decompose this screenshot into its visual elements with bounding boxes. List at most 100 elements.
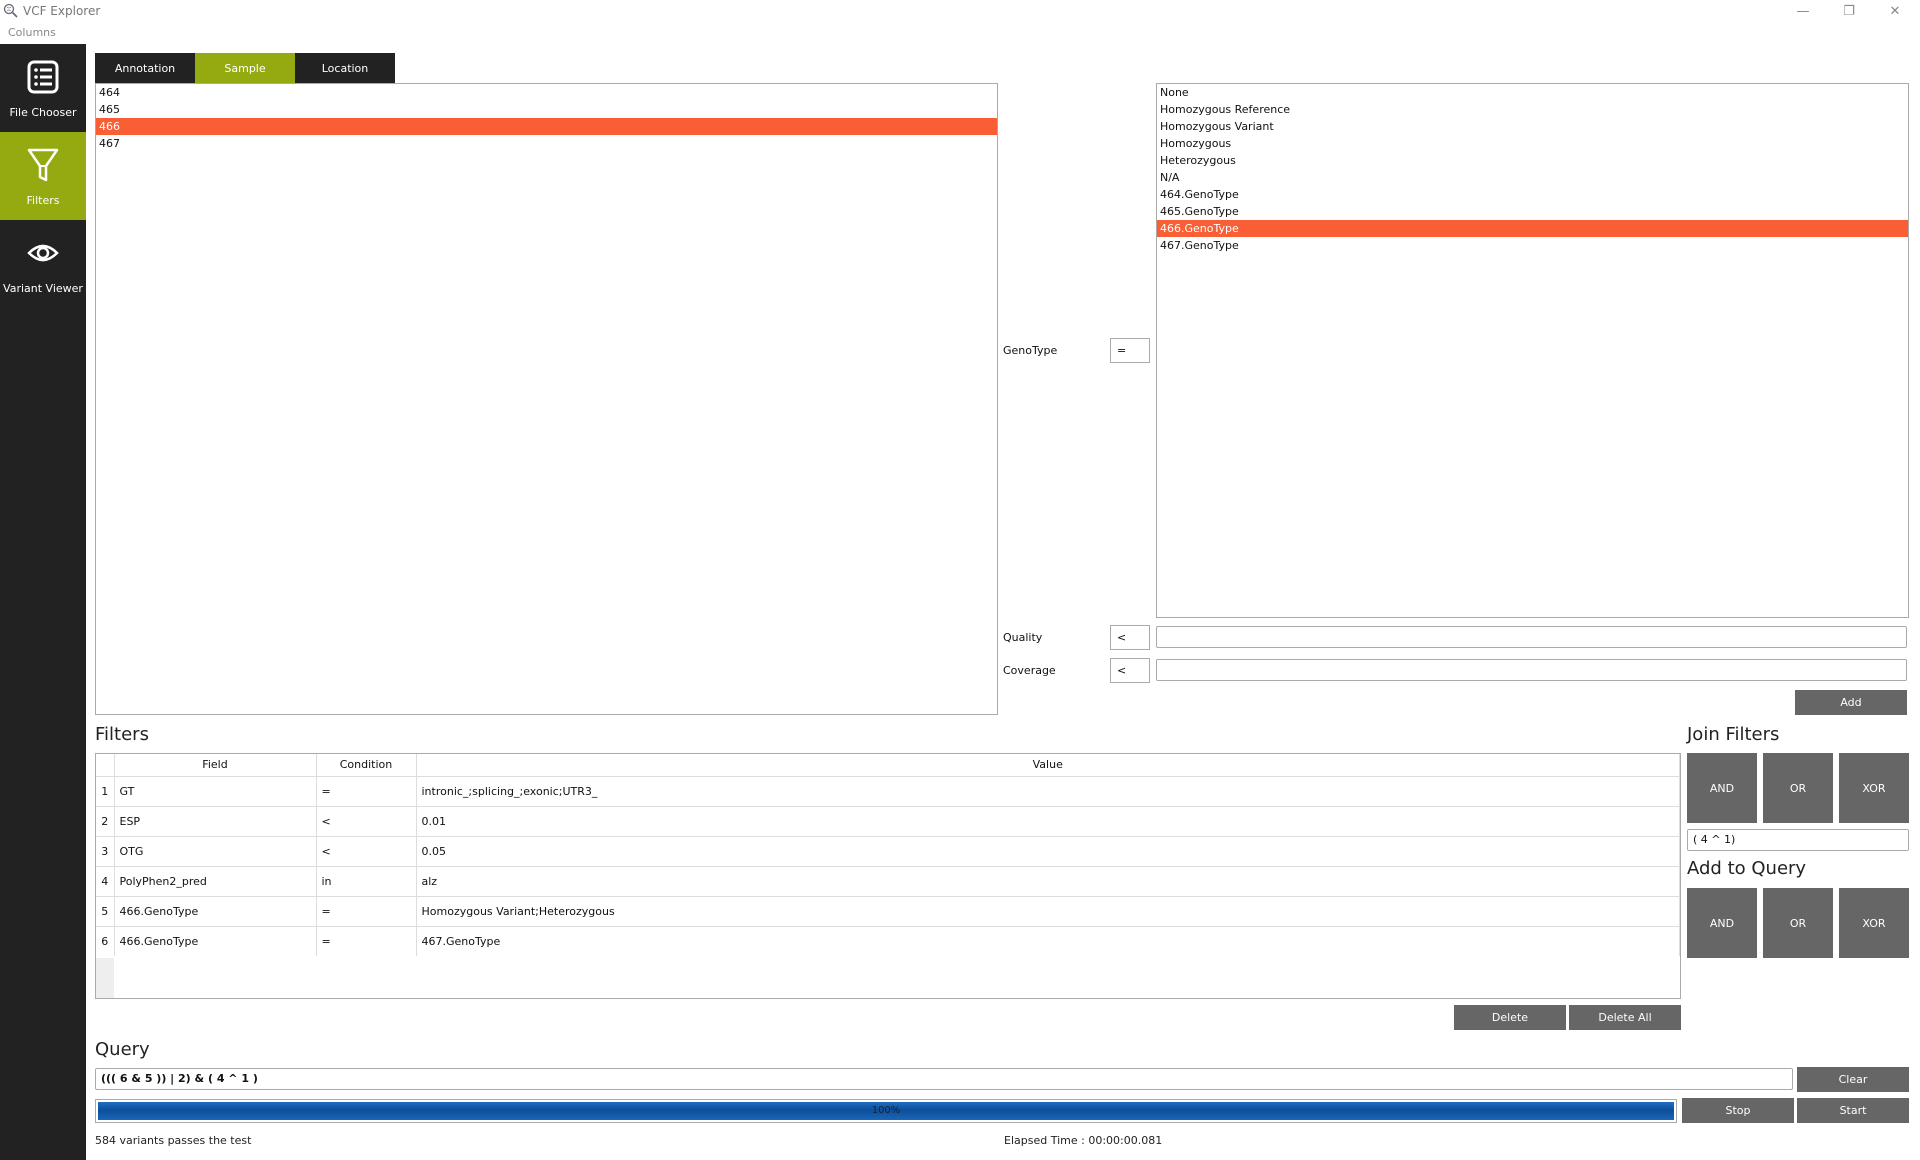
column-header-value[interactable]: Value bbox=[416, 754, 1680, 776]
cell-value[interactable]: 467.GenoType bbox=[416, 925, 1680, 956]
table-row[interactable]: 6 466.GenoType = 467.GenoType bbox=[96, 925, 1680, 956]
join-expression-input[interactable]: ( 4 ^ 1) bbox=[1687, 829, 1909, 851]
genotype-options-list[interactable]: None Homozygous Reference Homozygous Var… bbox=[1156, 83, 1909, 618]
sample-item[interactable]: 465 bbox=[96, 101, 997, 118]
close-icon: ✕ bbox=[1889, 3, 1901, 19]
query-title: Query bbox=[95, 1039, 150, 1060]
elapsed-time: Elapsed Time : 00:00:00.081 bbox=[1004, 1134, 1163, 1147]
sidebar-label-variant-viewer: Variant Viewer bbox=[3, 282, 83, 295]
coverage-operator-field[interactable]: < bbox=[1110, 658, 1150, 683]
genotype-option[interactable]: 464.GenoType bbox=[1157, 186, 1908, 203]
sidebar-label-filters: Filters bbox=[26, 194, 60, 207]
progress-text: 100% bbox=[871, 1105, 901, 1116]
column-header-field[interactable]: Field bbox=[114, 754, 317, 776]
quality-value-input[interactable] bbox=[1156, 626, 1907, 648]
genotype-operator-field[interactable]: = bbox=[1110, 338, 1150, 363]
sidebar-label-file-chooser: File Chooser bbox=[9, 106, 77, 119]
sidebar-item-file-chooser[interactable]: File Chooser bbox=[0, 44, 86, 132]
filters-title: Filters bbox=[95, 724, 149, 745]
cell-field[interactable]: ESP bbox=[114, 805, 317, 836]
sidebar: File Chooser Filters Variant Viewer bbox=[0, 44, 86, 1160]
row-index: 6 bbox=[96, 925, 115, 956]
filters-table: Field Condition Value 1 GT = intronic_;s… bbox=[95, 753, 1681, 999]
query-and-button[interactable]: AND bbox=[1687, 888, 1757, 958]
row-index: 4 bbox=[96, 865, 115, 896]
tab-location[interactable]: Location bbox=[295, 53, 395, 83]
genotype-option[interactable]: Homozygous Reference bbox=[1157, 101, 1908, 118]
table-row[interactable]: 5 466.GenoType = Homozygous Variant;Hete… bbox=[96, 895, 1680, 926]
menu-columns[interactable]: Columns bbox=[8, 26, 56, 39]
join-and-button[interactable]: AND bbox=[1687, 753, 1757, 823]
delete-all-button[interactable]: Delete All bbox=[1569, 1005, 1681, 1030]
query-or-button[interactable]: OR bbox=[1763, 888, 1833, 958]
sidebar-item-variant-viewer[interactable]: Variant Viewer bbox=[0, 220, 86, 308]
app-logo-icon bbox=[3, 3, 18, 18]
cell-field[interactable]: 466.GenoType bbox=[114, 925, 317, 956]
cell-value[interactable]: 0.01 bbox=[416, 805, 1680, 836]
coverage-value-input[interactable] bbox=[1156, 659, 1907, 681]
cell-value[interactable]: alz bbox=[416, 865, 1680, 896]
table-row[interactable]: 4 PolyPhen2_pred in alz bbox=[96, 865, 1680, 896]
title-bar: VCF Explorer — ❐ ✕ bbox=[0, 0, 1920, 22]
table-row[interactable]: 3 OTG < 0.05 bbox=[96, 835, 1680, 866]
row-index-gutter bbox=[96, 958, 114, 998]
add-to-query-title: Add to Query bbox=[1687, 858, 1807, 879]
minimize-icon: — bbox=[1796, 3, 1810, 19]
sample-list[interactable]: 464 465 466 467 bbox=[95, 83, 998, 715]
start-button[interactable]: Start bbox=[1797, 1098, 1909, 1123]
table-row[interactable]: 2 ESP < 0.01 bbox=[96, 805, 1680, 836]
sample-item[interactable]: 464 bbox=[96, 84, 997, 101]
minimize-button[interactable]: — bbox=[1780, 0, 1826, 22]
join-or-button[interactable]: OR bbox=[1763, 753, 1833, 823]
filters-header-row: Field Condition Value bbox=[96, 754, 1680, 776]
genotype-option[interactable]: 465.GenoType bbox=[1157, 203, 1908, 220]
genotype-option[interactable]: Heterozygous bbox=[1157, 152, 1908, 169]
sample-item[interactable]: 467 bbox=[96, 135, 997, 152]
cell-condition[interactable]: < bbox=[316, 835, 417, 866]
tab-annotation[interactable]: Annotation bbox=[95, 53, 195, 83]
delete-button[interactable]: Delete bbox=[1454, 1005, 1566, 1030]
cell-value[interactable]: Homozygous Variant;Heterozygous bbox=[416, 895, 1680, 926]
quality-operator-field[interactable]: < bbox=[1110, 625, 1150, 650]
cell-condition[interactable]: in bbox=[316, 865, 417, 896]
sample-item-selected[interactable]: 466 bbox=[96, 118, 997, 135]
sidebar-item-filters[interactable]: Filters bbox=[0, 132, 86, 220]
add-filter-button[interactable]: Add bbox=[1795, 690, 1907, 715]
cell-condition[interactable]: = bbox=[316, 775, 417, 806]
table-row[interactable]: 1 GT = intronic_;splicing_;exonic;UTR3_ bbox=[96, 775, 1680, 806]
query-xor-button[interactable]: XOR bbox=[1839, 888, 1909, 958]
cell-value[interactable]: intronic_;splicing_;exonic;UTR3_ bbox=[416, 775, 1680, 806]
quality-label: Quality bbox=[1003, 631, 1043, 644]
join-xor-button[interactable]: XOR bbox=[1839, 753, 1909, 823]
cell-condition[interactable]: < bbox=[316, 805, 417, 836]
filter-icon bbox=[27, 148, 59, 182]
genotype-option[interactable]: N/A bbox=[1157, 169, 1908, 186]
genotype-option[interactable]: None bbox=[1157, 84, 1908, 101]
genotype-option[interactable]: Homozygous bbox=[1157, 135, 1908, 152]
cell-field[interactable]: GT bbox=[114, 775, 317, 806]
cell-field[interactable]: OTG bbox=[114, 835, 317, 866]
cell-value[interactable]: 0.05 bbox=[416, 835, 1680, 866]
eye-icon bbox=[27, 244, 59, 262]
menu-bar: Columns bbox=[0, 22, 1920, 44]
cell-field[interactable]: PolyPhen2_pred bbox=[114, 865, 317, 896]
row-index: 5 bbox=[96, 895, 115, 926]
row-index: 3 bbox=[96, 835, 115, 866]
clear-button[interactable]: Clear bbox=[1797, 1067, 1909, 1092]
stop-button[interactable]: Stop bbox=[1682, 1098, 1794, 1123]
join-filters-title: Join Filters bbox=[1687, 724, 1780, 745]
row-index-header bbox=[96, 754, 115, 776]
cell-condition[interactable]: = bbox=[316, 925, 417, 956]
query-expression-input[interactable]: ((( 6 & 5 )) | 2) & ( 4 ^ 1 ) bbox=[95, 1068, 1793, 1090]
genotype-option[interactable]: 467.GenoType bbox=[1157, 237, 1908, 254]
restore-button[interactable]: ❐ bbox=[1826, 0, 1872, 22]
tab-sample[interactable]: Sample bbox=[195, 53, 295, 83]
column-header-condition[interactable]: Condition bbox=[316, 754, 417, 776]
cell-field[interactable]: 466.GenoType bbox=[114, 895, 317, 926]
close-button[interactable]: ✕ bbox=[1872, 0, 1918, 22]
genotype-option-selected[interactable]: 466.GenoType bbox=[1157, 220, 1908, 237]
coverage-label: Coverage bbox=[1003, 664, 1056, 677]
genotype-option[interactable]: Homozygous Variant bbox=[1157, 118, 1908, 135]
restore-icon: ❐ bbox=[1843, 3, 1855, 19]
cell-condition[interactable]: = bbox=[316, 895, 417, 926]
